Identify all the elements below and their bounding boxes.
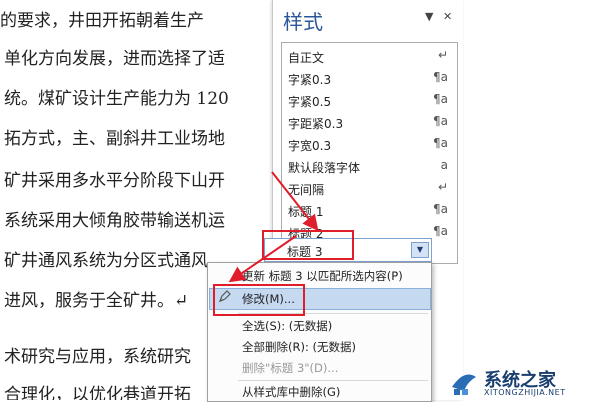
style-item[interactable]: 自正文 ↵ <box>288 45 448 67</box>
annotation-box-selected-style <box>262 230 354 260</box>
menu-item-remove-from-gallery[interactable]: 从样式库中删除(G) <box>242 384 340 400</box>
close-icon[interactable]: ✕ <box>443 10 452 23</box>
style-item-label: 字紧0.5 <box>288 95 332 109</box>
document-line: 矿井通风系统为分区式通风 <box>4 251 208 271</box>
style-dropdown-button[interactable]: ▼ <box>411 242 429 258</box>
menu-item-delete-all[interactable]: 全部删除(R): (无数据) <box>242 339 356 355</box>
style-item[interactable]: 标题 1 ¶a <box>288 199 448 221</box>
style-item[interactable]: 字距紧0.3 ¶a <box>288 111 448 133</box>
menu-separator <box>238 380 428 381</box>
annotation-box-modify <box>213 284 305 316</box>
watermark-url: XITONGZHIJIA.NET <box>484 388 566 397</box>
linked-style-icon: ¶a <box>433 224 448 238</box>
style-item[interactable]: 字宽0.3 ¶a <box>288 133 448 155</box>
document-line: 术研究与应用，系统研究 <box>4 347 191 367</box>
style-item-label: 字宽0.3 <box>288 139 332 153</box>
style-item[interactable]: 字紧0.3 ¶a <box>288 67 448 89</box>
style-item-label: 自正文 <box>288 51 325 65</box>
document-line: 拓方式，主、副斜井工业场地 <box>4 129 225 149</box>
style-context-menu: 更新 标题 3 以匹配所选内容(P) 修改(M)... 全选(S): (无数据)… <box>207 262 432 402</box>
styles-pane-title: 样式 <box>283 10 323 34</box>
document-line: 合理化，以优化巷道开拓 <box>4 385 191 400</box>
logo-icon <box>452 374 476 395</box>
linked-style-icon: ¶a <box>433 92 448 106</box>
document-line: 单化方向发展，进而选择了适 <box>4 49 225 69</box>
paragraph-mark-icon: ↵ <box>437 48 448 62</box>
menu-item-update-to-match[interactable]: 更新 标题 3 以匹配所选内容(P) <box>242 268 403 284</box>
linked-style-icon: ¶a <box>433 136 448 150</box>
style-item[interactable]: 无间隔 ↵ <box>288 177 448 199</box>
style-item-label: 字紧0.3 <box>288 73 332 87</box>
menu-item-select-all[interactable]: 全选(S): (无数据) <box>242 318 332 334</box>
style-item[interactable]: 默认段落字体 a <box>288 155 448 177</box>
document-line: 统。煤矿设计生产能力为 120 <box>4 89 229 109</box>
document-line: 进风，服务于全矿井。↵ <box>4 291 189 311</box>
style-item-label: 字距紧0.3 <box>288 117 344 131</box>
style-item-label: 无间隔 <box>288 183 325 197</box>
linked-style-icon: ¶a <box>433 202 448 216</box>
linked-style-icon: ¶a <box>433 114 448 128</box>
menu-item-delete-style: 删除"标题 3"(D)... <box>242 361 339 375</box>
style-item[interactable]: 字紧0.5 ¶a <box>288 89 448 111</box>
paragraph-mark-icon: ↵ <box>437 180 448 194</box>
watermark-logo: 系统之家 XITONGZHIJIA.NET <box>448 366 598 400</box>
document-line: 系统采用大倾角胶带输送机运 <box>4 211 225 231</box>
linked-style-icon: ¶a <box>433 70 448 84</box>
style-item-label: 标题 1 <box>288 205 324 219</box>
document-line: 矿井采用多水平分阶段下山开 <box>4 171 225 191</box>
character-style-icon: a <box>440 158 448 172</box>
style-item-label: 默认段落字体 <box>288 161 361 175</box>
document-line: 的要求，井田开拓朝着生产 <box>0 11 204 31</box>
pane-options-dropdown-icon[interactable]: ▼ <box>425 10 433 23</box>
